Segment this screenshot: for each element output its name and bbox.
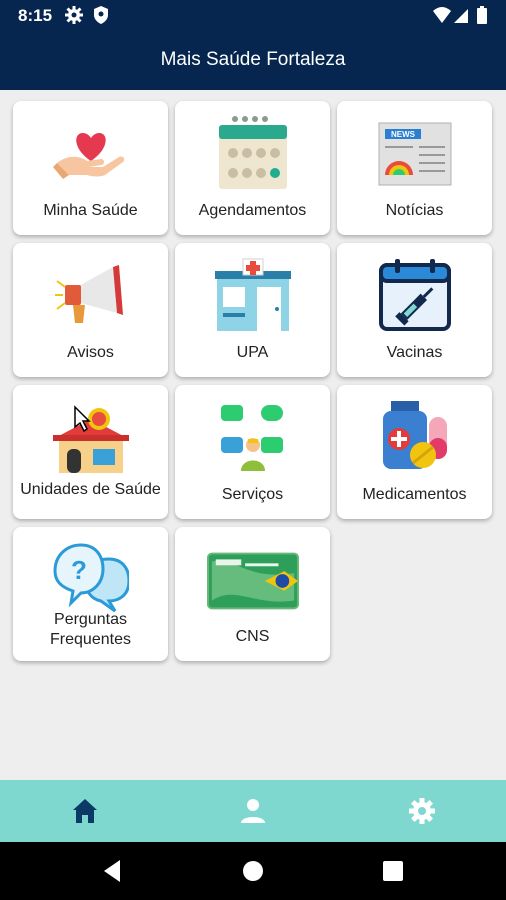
- newspaper-icon: NEWS: [378, 122, 452, 186]
- signal-icon: [454, 9, 468, 23]
- menu-item-label: CNS: [235, 628, 270, 645]
- home-icon[interactable]: [69, 795, 101, 827]
- back-icon[interactable]: [100, 858, 126, 884]
- menu-item-upa[interactable]: UPA: [175, 243, 330, 377]
- menu-grid: Minha Saúde Agendamentos NEWS Notícias A…: [0, 90, 506, 780]
- menu-item-noticias[interactable]: NEWS Notícias: [337, 101, 492, 235]
- status-time: 8:15: [18, 6, 53, 25]
- app-bar: Mais Saúde Fortaleza: [0, 32, 506, 90]
- menu-item-servicos[interactable]: Serviços: [175, 385, 330, 519]
- health-unit-icon: [53, 405, 129, 473]
- vaccine-calendar-icon: [379, 259, 451, 331]
- menu-item-label: Unidades de Saúde: [20, 481, 161, 498]
- app-title: Mais Saúde Fortaleza: [160, 49, 346, 70]
- recents-icon[interactable]: [380, 858, 406, 884]
- svg-text:?: ?: [71, 555, 87, 585]
- settings-icon[interactable]: [406, 795, 438, 827]
- home-circle-icon[interactable]: [240, 858, 266, 884]
- gear-icon: [65, 6, 83, 24]
- person-icon[interactable]: [237, 795, 269, 827]
- battery-icon: [477, 6, 487, 24]
- menu-item-minha-saude[interactable]: Minha Saúde: [13, 101, 168, 235]
- menu-item-label: Minha Saúde: [43, 202, 138, 219]
- menu-item-label: UPA: [236, 344, 269, 361]
- menu-item-medicamentos[interactable]: Medicamentos: [337, 385, 492, 519]
- menu-item-agendamentos[interactable]: Agendamentos: [175, 101, 330, 235]
- medicine-icon: [383, 401, 447, 469]
- bottom-navigation: [0, 780, 506, 842]
- wifi-icon: [433, 7, 451, 23]
- menu-item-cns[interactable]: CNS: [175, 527, 330, 661]
- clinic-icon: [215, 258, 291, 331]
- status-bar: 8:15: [0, 0, 506, 32]
- health-card-icon: [206, 552, 300, 610]
- megaphone-icon: [55, 265, 123, 323]
- menu-item-label: Perguntas Frequentes: [50, 611, 131, 648]
- menu-item-label: Serviços: [221, 486, 284, 503]
- menu-item-perguntas-frequentes[interactable]: ? Perguntas Frequentes: [13, 527, 168, 661]
- menu-item-label: Medicamentos: [362, 486, 467, 503]
- menu-item-label: Notícias: [385, 202, 444, 219]
- faq-icon: ?: [53, 543, 129, 613]
- heart-hand-icon: [53, 133, 125, 179]
- system-navigation-bar: [0, 842, 506, 900]
- menu-item-avisos[interactable]: Avisos: [13, 243, 168, 377]
- menu-item-label: Agendamentos: [198, 202, 307, 219]
- services-icon: [221, 405, 283, 471]
- svg-text:NEWS: NEWS: [391, 130, 416, 139]
- menu-item-label: Avisos: [67, 344, 114, 361]
- calendar-icon: [219, 116, 287, 189]
- menu-item-unidades-de-saude[interactable]: Unidades de Saúde: [13, 385, 168, 519]
- menu-item-vacinas[interactable]: Vacinas: [337, 243, 492, 377]
- shield-icon: [94, 6, 108, 24]
- menu-item-label: Vacinas: [386, 344, 443, 361]
